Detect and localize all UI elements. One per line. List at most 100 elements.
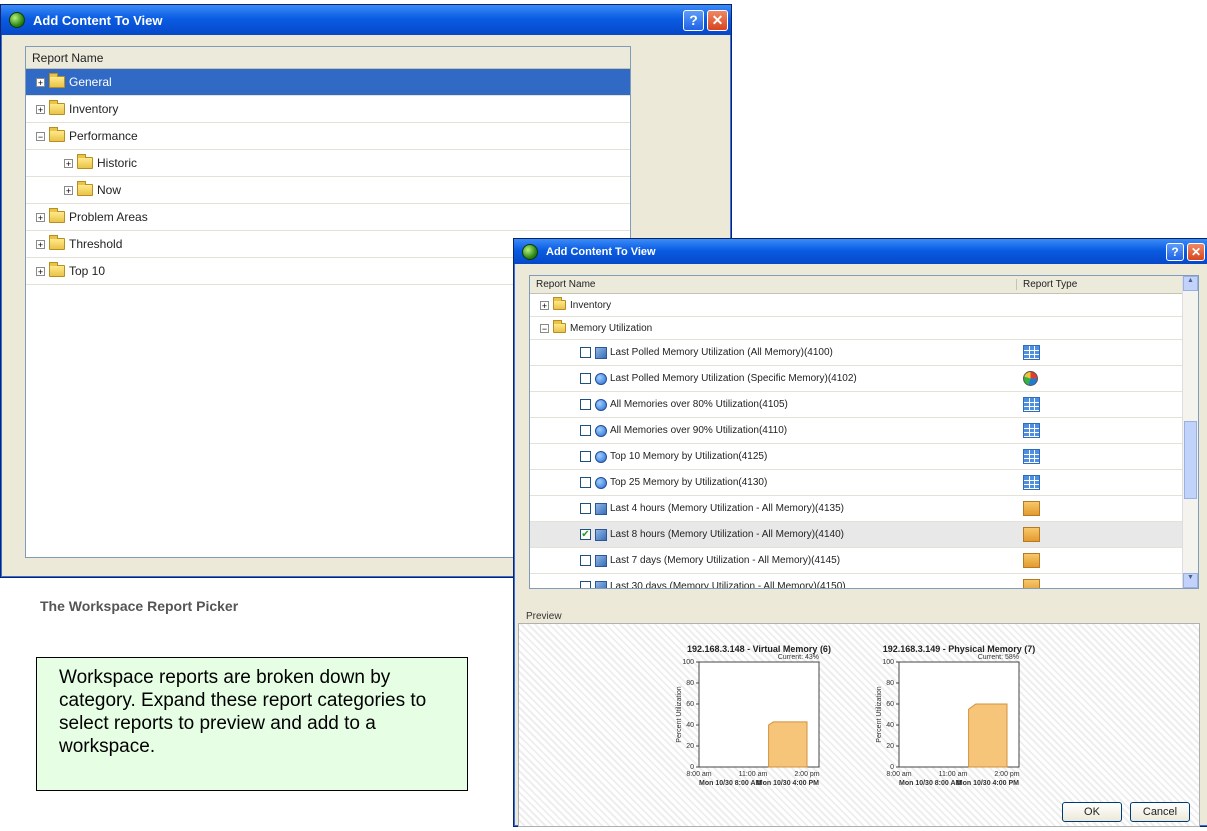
tree-item-inventory[interactable]: + Inventory xyxy=(26,96,630,123)
report-label: Top 25 Memory by Utilization(4130) xyxy=(610,477,768,488)
x-tick-label: 2:00 pm xyxy=(794,771,819,778)
report-row[interactable]: All Memories over 90% Utilization(4110) xyxy=(530,418,1198,444)
report-row[interactable]: All Memories over 80% Utilization(4105) xyxy=(530,392,1198,418)
scroll-down-button[interactable]: ▼ xyxy=(1183,573,1198,588)
tree-item-performance[interactable]: − Performance xyxy=(26,123,630,150)
y-tick-label: 40 xyxy=(886,722,894,729)
scrollbar[interactable]: ▲ ▼ xyxy=(1182,276,1198,588)
report-checkbox[interactable] xyxy=(580,425,591,436)
report-label: Last Polled Memory Utilization (All Memo… xyxy=(610,347,833,358)
globe-icon xyxy=(595,398,607,411)
report-label: Last 7 days (Memory Utilization - All Me… xyxy=(610,555,841,566)
right-titlebar[interactable]: Add Content To View ? ✕ xyxy=(514,239,1207,264)
report-label: All Memories over 80% Utilization(4105) xyxy=(610,399,788,410)
report-checkbox[interactable] xyxy=(580,503,591,514)
folder-label: Memory Utilization xyxy=(570,322,653,334)
y-tick-label: 0 xyxy=(690,764,694,771)
x-tick-label: 11:00 am xyxy=(739,771,768,778)
tree-item-general[interactable]: + General xyxy=(26,69,630,96)
globe-icon xyxy=(595,424,607,437)
report-row[interactable]: Last Polled Memory Utilization (Specific… xyxy=(530,366,1198,392)
chart-title: 192.168.3.148 - Virtual Memory (6) xyxy=(687,644,831,654)
report-row[interactable]: Last 7 days (Memory Utilization - All Me… xyxy=(530,548,1198,574)
folder-row[interactable]: − Memory Utilization xyxy=(530,317,1198,340)
report-row[interactable]: Top 25 Memory by Utilization(4130) xyxy=(530,470,1198,496)
globe-icon xyxy=(595,450,607,463)
collapse-icon[interactable]: − xyxy=(540,323,549,333)
x-tick-label: 2:00 pm xyxy=(994,771,1019,778)
report-checkbox[interactable] xyxy=(580,347,591,358)
cancel-button[interactable]: Cancel xyxy=(1130,802,1190,822)
preview-charts: 192.168.3.148 - Virtual Memory (6)Curren… xyxy=(676,644,1035,787)
globe-icon xyxy=(595,476,607,489)
expand-icon[interactable]: + xyxy=(64,158,73,168)
tree-item-now[interactable]: + Now xyxy=(26,177,630,204)
report-list-header: Report Name Report Type xyxy=(530,276,1198,294)
report-checkbox[interactable] xyxy=(580,399,591,410)
column-header-report-type[interactable]: Report Type xyxy=(1016,279,1077,290)
report-label: Last Polled Memory Utilization (Specific… xyxy=(610,373,857,384)
report-row[interactable]: Top 10 Memory by Utilization(4125) xyxy=(530,444,1198,470)
help-button[interactable]: ? xyxy=(683,9,704,31)
scroll-up-button[interactable]: ▲ xyxy=(1183,276,1198,291)
report-label: Last 8 hours (Memory Utilization - All M… xyxy=(610,529,844,540)
expand-icon[interactable]: + xyxy=(36,212,45,222)
report-row[interactable]: ✔ Last 8 hours (Memory Utilization - All … xyxy=(530,522,1198,548)
y-tick-label: 60 xyxy=(686,701,694,708)
expand-icon[interactable]: + xyxy=(36,104,45,114)
left-title: Add Content To View xyxy=(33,12,163,28)
y-tick-label: 0 xyxy=(890,764,894,771)
x-range-start: Mon 10/30 8:00 AM xyxy=(899,780,962,787)
y-tick-label: 20 xyxy=(686,743,694,750)
tree-item-label: Performance xyxy=(69,129,138,143)
doc-icon xyxy=(595,580,607,588)
y-tick-label: 80 xyxy=(886,680,894,687)
scroll-thumb[interactable] xyxy=(1184,421,1197,499)
folder-row[interactable]: + Inventory xyxy=(530,294,1198,317)
report-type-table-icon xyxy=(1023,397,1040,412)
doc-icon xyxy=(595,554,607,567)
x-tick-label: 8:00 am xyxy=(686,771,711,778)
globe-icon xyxy=(595,372,607,385)
y-tick-label: 80 xyxy=(686,680,694,687)
preview-area: 192.168.3.148 - Virtual Memory (6) Curren… xyxy=(518,623,1200,827)
tree-item-historic[interactable]: + Historic xyxy=(26,150,630,177)
report-checkbox[interactable]: ✔ xyxy=(580,529,591,540)
ok-button[interactable]: OK xyxy=(1062,802,1122,822)
report-checkbox[interactable] xyxy=(580,451,591,462)
folder-icon xyxy=(553,297,566,310)
expand-icon[interactable]: + xyxy=(36,266,45,276)
help-button[interactable]: ? xyxy=(1166,242,1184,261)
x-range-end: Mon 10/30 4:00 PM xyxy=(957,780,1019,787)
left-titlebar[interactable]: Add Content To View ? ✕ xyxy=(1,5,731,35)
report-checkbox[interactable] xyxy=(580,581,591,588)
expand-icon[interactable]: + xyxy=(36,77,45,87)
report-type-area-icon xyxy=(1023,553,1040,568)
tree-item-problem-areas[interactable]: + Problem Areas xyxy=(26,204,630,231)
column-header-report-name[interactable]: Report Name xyxy=(536,279,1016,290)
column-header-report-name[interactable]: Report Name xyxy=(26,47,630,69)
right-tree-panel[interactable]: Report Name Report Type + Inventory − Memor… xyxy=(529,275,1199,589)
report-checkbox[interactable] xyxy=(580,373,591,384)
folder-icon xyxy=(49,208,65,223)
expand-icon[interactable]: + xyxy=(36,239,45,249)
close-button[interactable]: ✕ xyxy=(1187,242,1205,261)
doc-icon xyxy=(595,346,607,359)
report-row[interactable]: Last Polled Memory Utilization (All Memo… xyxy=(530,340,1198,366)
collapse-icon[interactable]: − xyxy=(36,131,45,141)
close-button[interactable]: ✕ xyxy=(707,9,728,31)
expand-icon[interactable]: + xyxy=(64,185,73,195)
tree-item-label: Inventory xyxy=(69,102,119,116)
x-tick-label: 8:00 am xyxy=(886,771,911,778)
report-checkbox[interactable] xyxy=(580,477,591,488)
y-tick-label: 20 xyxy=(886,743,894,750)
report-row[interactable]: Last 4 hours (Memory Utilization - All M… xyxy=(530,496,1198,522)
folder-icon xyxy=(553,320,566,333)
expand-icon[interactable]: + xyxy=(540,300,549,310)
report-checkbox[interactable] xyxy=(580,555,591,566)
right-title: Add Content To View xyxy=(546,245,656,258)
report-type-area-icon xyxy=(1023,579,1040,588)
report-row[interactable]: Last 30 days (Memory Utilization - All M… xyxy=(530,574,1198,588)
y-tick-label: 60 xyxy=(886,701,894,708)
folder-icon xyxy=(49,73,65,88)
